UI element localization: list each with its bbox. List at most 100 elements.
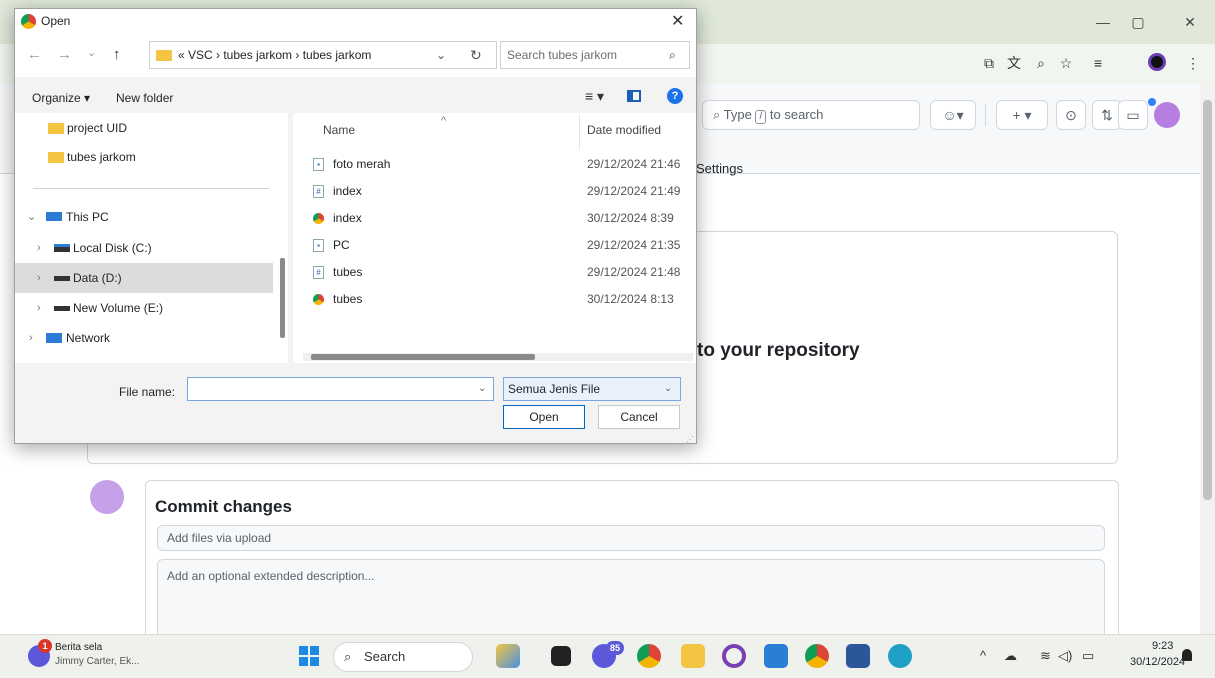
up-arrow-icon[interactable]: ↑ (113, 46, 121, 63)
nav-item-data-d[interactable]: › Data (D:) (15, 263, 273, 293)
file-row[interactable]: tubes 30/12/2024 8:13 (313, 286, 683, 313)
horizontal-scrollbar-thumb[interactable] (311, 354, 535, 360)
news-badge: 1 (38, 639, 52, 653)
search-icon: ⌕ (713, 107, 721, 122)
nav-item-tubes-jarkom[interactable]: tubes jarkom (15, 142, 273, 172)
file-explorer-icon[interactable] (681, 644, 705, 668)
profile-icon[interactable] (1148, 53, 1166, 71)
new-folder-button[interactable]: New folder (116, 91, 173, 105)
news-subtitle[interactable]: Jimmy Carter, Ek... (55, 656, 139, 667)
browser-close-button[interactable]: ✕ (1180, 12, 1200, 32)
nav-item-network[interactable]: › Network (15, 323, 273, 353)
pull-request-icon: ⇅ (1101, 107, 1113, 123)
commit-description-textarea[interactable]: Add an optional extended description... (157, 559, 1105, 639)
file-type-select[interactable]: Semua Jenis File ⌄ (503, 377, 681, 401)
more-icon[interactable]: ⋮ (1182, 52, 1204, 74)
dialog-titlebar: Open ✕ (15, 9, 696, 35)
onedrive-icon[interactable]: ☁ (1004, 648, 1017, 664)
minimize-button[interactable]: — (1093, 12, 1113, 32)
address-path[interactable]: « VSC › tubes jarkom › tubes jarkom (178, 42, 371, 68)
file-name-input[interactable]: ⌄ (187, 377, 494, 401)
folder-icon (48, 152, 64, 163)
chevron-down-icon[interactable]: ⌄ (478, 378, 486, 400)
opera-icon[interactable] (722, 644, 746, 668)
clock-time[interactable]: 9:23 (1152, 640, 1173, 652)
battery-icon[interactable]: ▭ (1082, 648, 1094, 664)
nav-item-project-uid[interactable]: project UID (15, 113, 273, 143)
cancel-button[interactable]: Cancel (598, 405, 680, 429)
issues-button[interactable]: ⊙ (1056, 100, 1086, 130)
news-title[interactable]: Berita sela (55, 642, 102, 653)
translate-icon[interactable]: 文 (1003, 52, 1025, 74)
file-date: 29/12/2024 21:46 (587, 157, 681, 171)
nav-item-local-disk-c[interactable]: › Local Disk (C:) (15, 233, 273, 263)
star-icon[interactable]: ☆ (1055, 52, 1077, 74)
task-view-icon[interactable] (551, 646, 571, 666)
column-header-date-modified[interactable]: Date modified (587, 123, 661, 137)
expand-chevron-icon[interactable]: ⌄ (27, 202, 36, 232)
tab-settings[interactable]: Settings (696, 161, 743, 176)
create-new-button[interactable]: + ▾ (996, 100, 1048, 130)
taskbar-search[interactable]: ⌕ Search (333, 642, 473, 672)
nav-item-new-volume-e[interactable]: › New Volume (E:) (15, 293, 273, 323)
css-file-icon: # (313, 185, 324, 198)
notification-bell-icon[interactable] (1182, 649, 1192, 661)
dialog-close-button[interactable]: ✕ (671, 11, 684, 31)
column-divider[interactable] (579, 115, 580, 149)
widgets-app-icon[interactable] (496, 644, 520, 668)
folder-icon (156, 50, 172, 61)
wifi-icon[interactable]: ≋ (1040, 648, 1051, 664)
file-row[interactable]: ▪ foto merah 29/12/2024 21:46 (313, 151, 683, 178)
help-icon[interactable]: ? (667, 88, 683, 104)
github-search-input[interactable]: ⌕ Type / to search (702, 100, 920, 130)
file-list-pane: ^ Name Date modified ▪ foto merah 29/12/… (293, 113, 696, 363)
plus-icon: + ▾ (1012, 107, 1032, 123)
chrome-profile-icon[interactable] (805, 644, 829, 668)
resize-grip-icon[interactable]: ⋰ (686, 435, 694, 444)
refresh-icon[interactable]: ↻ (470, 42, 482, 68)
expand-chevron-icon[interactable]: › (37, 233, 41, 263)
tray-overflow-icon[interactable]: ^ (980, 648, 986, 663)
zoom-icon[interactable]: ⌕ (1030, 52, 1052, 74)
recent-locations-chevron-icon[interactable]: ⌄ (87, 46, 96, 59)
nav-pane-scrollbar[interactable] (280, 258, 285, 338)
address-bar[interactable]: « VSC › tubes jarkom › tubes jarkom ⌄ ↻ (149, 41, 497, 69)
preview-pane-icon[interactable] (627, 90, 641, 102)
copilot-button[interactable]: ☺▾ (930, 100, 976, 130)
inbox-button[interactable]: ▭ (1118, 100, 1148, 130)
edge-icon[interactable] (888, 644, 912, 668)
file-row[interactable]: # index 29/12/2024 21:49 (313, 178, 683, 205)
file-date: 30/12/2024 8:39 (587, 211, 674, 225)
file-row[interactable]: # tubes 29/12/2024 21:48 (313, 259, 683, 286)
nav-item-label: project UID (67, 121, 128, 135)
open-button[interactable]: Open (503, 405, 585, 429)
expand-chevron-icon[interactable]: › (29, 323, 33, 353)
clock-date[interactable]: 30/12/2024 (1130, 656, 1185, 668)
file-row[interactable]: ▪ PC 29/12/2024 21:35 (313, 232, 683, 259)
expand-chevron-icon[interactable]: › (37, 293, 41, 323)
expand-chevron-icon[interactable]: › (37, 263, 41, 293)
view-options-icon[interactable]: ≡ ▾ (585, 88, 604, 105)
vscode-icon[interactable] (764, 644, 788, 668)
page-scrollbar-thumb[interactable] (1203, 100, 1212, 500)
back-arrow-icon[interactable]: ← (27, 46, 42, 63)
commit-avatar (90, 480, 124, 514)
chrome-app-icon[interactable] (637, 644, 661, 668)
upload-heading: to your repository (697, 340, 860, 361)
file-row[interactable]: index 30/12/2024 8:39 (313, 205, 683, 232)
chevron-down-icon[interactable]: ⌄ (664, 378, 672, 400)
forward-arrow-icon[interactable]: → (57, 46, 72, 63)
column-header-name[interactable]: Name (323, 123, 355, 137)
commit-message-input[interactable]: Add files via upload (157, 525, 1105, 551)
volume-icon[interactable]: ◁) (1058, 648, 1072, 664)
reading-list-icon[interactable]: ≡ (1087, 52, 1109, 74)
address-dropdown-chevron-icon[interactable]: ⌄ (436, 42, 446, 68)
restore-button[interactable]: ▢ (1128, 12, 1148, 32)
dialog-search-input[interactable]: Search tubes jarkom ⌕ (500, 41, 690, 69)
nav-item-this-pc[interactable]: ⌄ This PC (15, 202, 273, 232)
cast-icon[interactable]: ⧉ (978, 52, 1000, 74)
organize-button[interactable]: Organize ▾ (32, 91, 90, 105)
windows-start-icon[interactable] (299, 646, 319, 666)
avatar[interactable] (1154, 102, 1180, 128)
word-icon[interactable] (846, 644, 870, 668)
